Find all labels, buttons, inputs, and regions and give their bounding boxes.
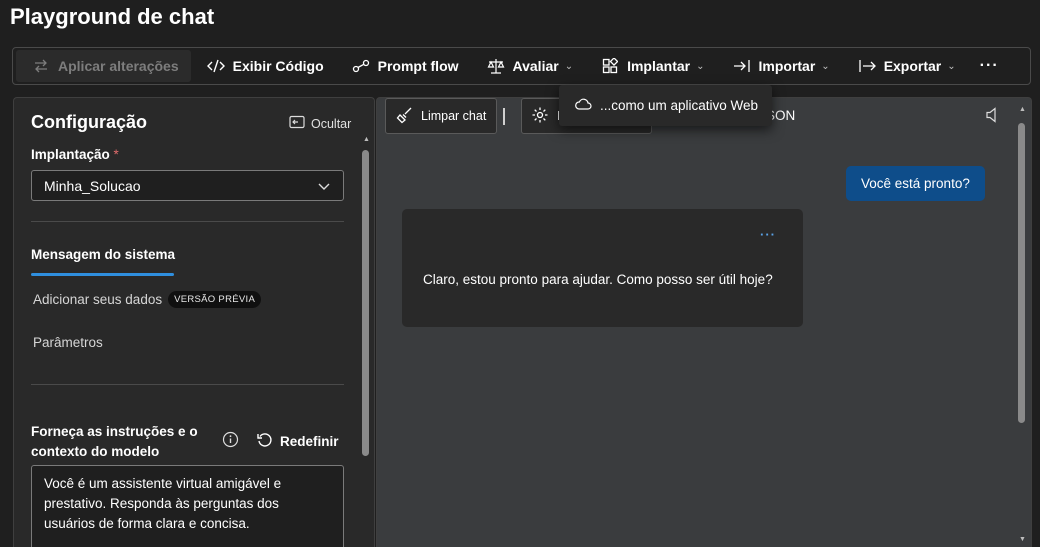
code-icon bbox=[206, 57, 225, 75]
hide-panel-label: Ocultar bbox=[311, 116, 352, 131]
evaluate-label: Avaliar bbox=[512, 58, 559, 74]
reset-label: Redefinir bbox=[280, 434, 339, 449]
view-code-button[interactable]: Exibir Código bbox=[193, 50, 338, 82]
speaker-icon[interactable] bbox=[985, 107, 999, 128]
import-arrow-icon bbox=[733, 57, 751, 75]
clear-chat-label: Limpar chat bbox=[421, 109, 487, 123]
left-panel-scrollbar[interactable] bbox=[362, 150, 369, 456]
reset-icon bbox=[256, 431, 274, 452]
deployment-select[interactable]: Minha_Solucao bbox=[31, 170, 344, 201]
info-icon[interactable] bbox=[222, 431, 239, 453]
export-arrow-icon bbox=[858, 57, 876, 75]
add-data-label: Adicionar seus dados bbox=[33, 292, 163, 307]
prompt-flow-label: Prompt flow bbox=[377, 58, 459, 74]
gear-icon bbox=[531, 106, 549, 127]
deploy-label: Implantar bbox=[627, 58, 691, 74]
collapse-panel-icon bbox=[289, 115, 305, 132]
chat-scrollbar[interactable] bbox=[1018, 123, 1025, 423]
chevron-down-icon: ⌄ bbox=[947, 60, 956, 72]
chat-panel: Limpar chat R SON Você está pronto? ··· … bbox=[376, 97, 1032, 547]
scroll-up-arrow-icon[interactable]: ▲ bbox=[1019, 106, 1026, 113]
chevron-down-icon: ⌄ bbox=[696, 60, 705, 72]
message-more-options-icon[interactable]: ··· bbox=[760, 227, 776, 242]
chevron-down-icon: ⌄ bbox=[564, 60, 574, 72]
configuration-panel: Configuração Ocultar Implantação * Minha… bbox=[13, 97, 375, 547]
required-asterisk: * bbox=[113, 147, 119, 162]
deployment-select-value: Minha_Solucao bbox=[44, 177, 141, 194]
deployment-label: Implantação * bbox=[31, 147, 119, 162]
hide-panel-button[interactable]: Ocultar bbox=[289, 115, 351, 132]
user-message-bubble: Você está pronto? bbox=[846, 166, 985, 201]
broom-icon bbox=[396, 106, 414, 127]
chevron-down-icon bbox=[317, 179, 331, 196]
export-button[interactable]: Exportar ⌄ bbox=[844, 50, 970, 82]
reset-button[interactable]: Redefinir bbox=[256, 431, 339, 452]
clear-chat-button[interactable]: Limpar chat bbox=[385, 98, 498, 134]
scale-icon bbox=[487, 57, 505, 75]
tab-add-your-data[interactable]: Adicionar seus dados VERSÃO PRÉVIA bbox=[33, 291, 262, 308]
apps-icon bbox=[601, 57, 619, 75]
tab-system-message[interactable]: Mensagem do sistema bbox=[31, 247, 175, 262]
scroll-up-arrow-icon[interactable]: ▲ bbox=[363, 136, 370, 143]
cloud-icon bbox=[574, 97, 592, 114]
page-title: Playground de chat bbox=[10, 4, 215, 29]
apply-changes-button[interactable]: Aplicar alterações bbox=[16, 50, 191, 82]
configuration-title: Configuração bbox=[31, 112, 148, 132]
assistant-message-text: Claro, estou pronto para ajudar. Como po… bbox=[423, 272, 773, 287]
divider bbox=[31, 221, 344, 222]
swap-arrows-icon bbox=[32, 57, 50, 75]
tab-parameters[interactable]: Parâmetros bbox=[33, 335, 103, 350]
system-message-textarea[interactable]: Você é um assistente virtual amigável e … bbox=[31, 465, 344, 547]
prompt-flow-button[interactable]: Prompt flow bbox=[338, 50, 473, 82]
scroll-down-arrow-icon[interactable]: ▼ bbox=[1019, 536, 1026, 543]
deployment-label-text: Implantação bbox=[31, 147, 110, 162]
deploy-menu-item-web-app[interactable]: ...como um aplicativo Web bbox=[559, 85, 772, 126]
import-button[interactable]: Importar ⌄ bbox=[719, 50, 844, 82]
export-label: Exportar bbox=[883, 58, 942, 74]
deploy-button[interactable]: Implantar ⌄ bbox=[587, 50, 718, 82]
evaluate-button[interactable]: Avaliar ⌄ bbox=[473, 50, 588, 82]
preview-badge: VERSÃO PRÉVIA bbox=[168, 291, 262, 308]
import-label: Importar bbox=[758, 58, 816, 74]
apply-changes-label: Aplicar alterações bbox=[58, 58, 179, 74]
instructions-label: Forneça as instruções e o contexto do mo… bbox=[31, 424, 198, 459]
view-code-label: Exibir Código bbox=[232, 58, 324, 74]
toolbar: Aplicar alterações Exibir Código Prompt … bbox=[12, 47, 1031, 85]
more-options-button[interactable]: ··· bbox=[970, 50, 1009, 82]
divider bbox=[31, 384, 344, 385]
chevron-down-icon: ⌄ bbox=[821, 60, 830, 72]
flow-icon bbox=[352, 57, 370, 75]
active-tab-indicator bbox=[31, 273, 174, 276]
deploy-menu-item-label: ...como um aplicativo Web bbox=[600, 98, 759, 113]
assistant-message-card: ··· Claro, estou pronto para ajudar. Com… bbox=[402, 209, 803, 327]
toolbar-separator bbox=[503, 108, 505, 125]
